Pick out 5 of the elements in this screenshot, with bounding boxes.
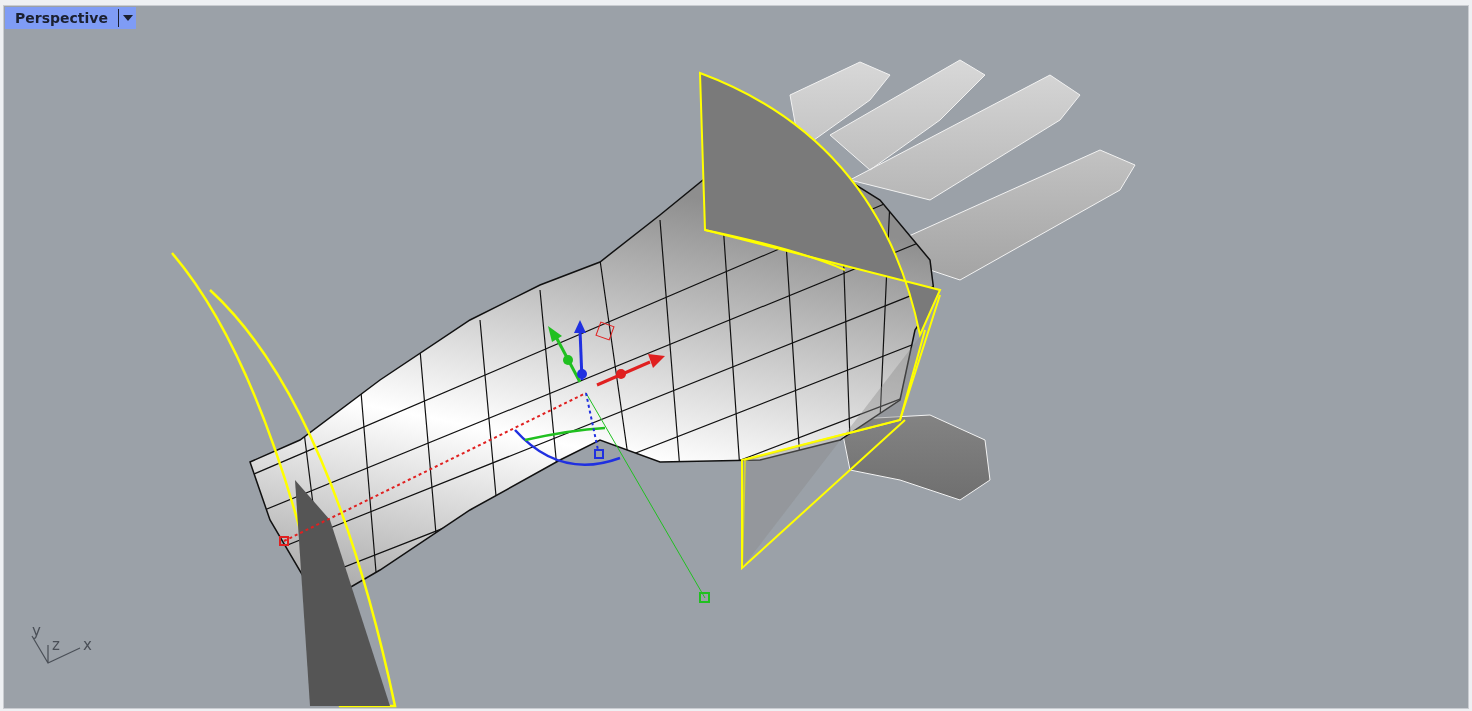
viewport-tab[interactable]: Perspective (5, 7, 136, 29)
axis-label: z (52, 636, 60, 654)
axis-label: x (83, 636, 92, 654)
axis-label: y (32, 622, 41, 640)
dropdown-caret-icon[interactable] (122, 15, 133, 21)
